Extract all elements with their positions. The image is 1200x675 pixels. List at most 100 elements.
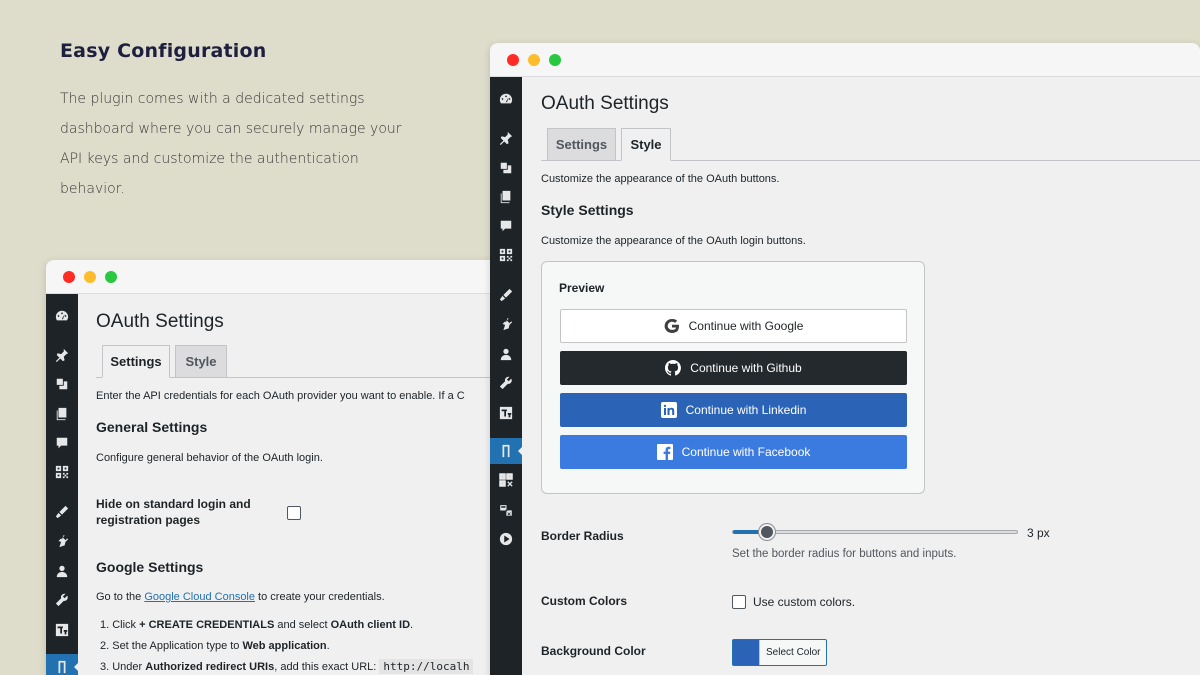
border-radius-slider-thumb[interactable] bbox=[759, 524, 776, 540]
style-settings-desc: Customize the appearance of the OAuth lo… bbox=[541, 235, 806, 247]
comments-icon[interactable] bbox=[490, 213, 522, 239]
preview-panel: Preview Continue with Google Continue wi… bbox=[541, 261, 925, 494]
facebook-login-button[interactable]: Continue with Facebook bbox=[560, 435, 907, 469]
plugins-icon[interactable] bbox=[46, 528, 78, 554]
pin-icon[interactable] bbox=[490, 125, 522, 151]
step-text: and select bbox=[274, 619, 331, 631]
users-icon[interactable] bbox=[46, 558, 78, 584]
border-radius-label: Border Radius bbox=[541, 529, 624, 543]
general-settings-heading: General Settings bbox=[96, 419, 208, 435]
custom-colors-checkbox-label[interactable]: Use custom colors. bbox=[753, 595, 855, 609]
border-radius-slider[interactable] bbox=[732, 524, 1018, 540]
github-login-button[interactable]: Continue with Github bbox=[560, 351, 907, 385]
custom-colors-label: Custom Colors bbox=[541, 594, 628, 608]
dashboard-icon[interactable] bbox=[490, 86, 522, 112]
appearance-icon[interactable] bbox=[46, 499, 78, 525]
pin-icon[interactable] bbox=[46, 342, 78, 368]
step-text: 1. Click bbox=[100, 619, 140, 631]
comments-icon[interactable] bbox=[46, 430, 78, 456]
tools-icon[interactable] bbox=[490, 370, 522, 396]
promo-section: Easy Configuration The plugin comes with… bbox=[60, 40, 440, 204]
minimize-window-button[interactable] bbox=[84, 271, 96, 283]
front-window: OAuth Settings Settings Style Customize … bbox=[490, 43, 1200, 675]
oauth-plugin-icon[interactable] bbox=[46, 654, 79, 675]
step-strong: Authorized redirect URIs bbox=[145, 661, 275, 673]
plugins-icon[interactable] bbox=[490, 311, 522, 337]
hide-login-label: Hide on standard login and registration … bbox=[96, 496, 251, 528]
redirect-url-code[interactable]: http://localh bbox=[379, 659, 474, 674]
oauth-plugin-icon[interactable] bbox=[490, 438, 523, 464]
close-window-button[interactable] bbox=[507, 54, 519, 66]
facebook-icon bbox=[656, 444, 673, 460]
promo-body: The plugin comes with a dedicated settin… bbox=[60, 91, 402, 197]
general-settings-desc: Configure general behavior of the OAuth … bbox=[96, 452, 323, 464]
window-titlebar bbox=[46, 260, 506, 294]
google-step-3: 3. Under Authorized redirect URIs, add t… bbox=[100, 659, 474, 674]
translate-icon[interactable] bbox=[490, 497, 522, 523]
select-color-button[interactable]: Select Color bbox=[759, 640, 826, 665]
admin-sidebar bbox=[46, 294, 79, 675]
background-color-label: Background Color bbox=[541, 644, 646, 658]
background-color-swatch bbox=[733, 640, 759, 665]
close-window-button[interactable] bbox=[63, 271, 75, 283]
step-text: 2. Set the Application type to bbox=[100, 640, 243, 652]
minimize-window-button[interactable] bbox=[528, 54, 540, 66]
users-icon[interactable] bbox=[490, 341, 522, 367]
qr-code-icon[interactable] bbox=[46, 459, 78, 485]
tab-style[interactable]: Style bbox=[175, 345, 227, 378]
github-button-label: Continue with Github bbox=[690, 361, 802, 375]
border-radius-help: Set the border radius for buttons and in… bbox=[732, 548, 957, 560]
intro-text: Customize the appearance of the OAuth bu… bbox=[541, 173, 780, 185]
front-content: OAuth Settings Settings Style Customize … bbox=[522, 77, 1200, 675]
google-desc-text: Go to the bbox=[96, 591, 145, 603]
qr-scan-icon[interactable] bbox=[490, 467, 522, 493]
step-text: . bbox=[410, 619, 414, 631]
back-content: OAuth Settings Settings Style Enter the … bbox=[78, 294, 506, 675]
github-icon bbox=[665, 360, 682, 376]
tab-settings[interactable]: Settings bbox=[547, 128, 616, 161]
linkedin-login-button[interactable]: Continue with Linkedin bbox=[560, 393, 907, 427]
step-strong: Web application bbox=[242, 640, 327, 652]
hide-login-label-line1: Hide on standard login and bbox=[96, 497, 251, 511]
tab-style[interactable]: Style bbox=[621, 128, 671, 161]
maximize-window-button[interactable] bbox=[549, 54, 561, 66]
hide-login-checkbox[interactable] bbox=[287, 506, 301, 520]
qr-code-icon[interactable] bbox=[490, 242, 522, 268]
google-icon bbox=[664, 318, 679, 333]
google-settings-desc: Go to the Google Cloud Console to create… bbox=[96, 591, 385, 603]
step-strong: OAuth client ID bbox=[330, 619, 411, 631]
dashboard-icon[interactable] bbox=[46, 303, 78, 329]
style-settings-heading: Style Settings bbox=[541, 202, 634, 218]
admin-sidebar bbox=[490, 77, 523, 675]
background-color-picker[interactable]: Select Color bbox=[732, 639, 828, 666]
google-login-button[interactable]: Continue with Google bbox=[560, 309, 907, 343]
step-text: , add this exact URL: bbox=[274, 661, 380, 673]
media-icon[interactable] bbox=[46, 371, 78, 397]
preview-label: Preview bbox=[559, 281, 605, 295]
step-text: . bbox=[326, 640, 330, 652]
google-settings-heading: Google Settings bbox=[96, 559, 204, 575]
linkedin-icon bbox=[660, 402, 677, 418]
media-icon[interactable] bbox=[490, 155, 522, 181]
linkedin-button-label: Continue with Linkedin bbox=[685, 403, 807, 417]
facebook-button-label: Continue with Facebook bbox=[681, 445, 811, 459]
promo-title: Easy Configuration bbox=[60, 40, 267, 62]
page-title: OAuth Settings bbox=[96, 311, 224, 332]
google-button-label: Continue with Google bbox=[688, 319, 804, 333]
maximize-window-button[interactable] bbox=[105, 271, 117, 283]
step-strong: + CREATE CREDENTIALS bbox=[139, 619, 275, 631]
google-cloud-console-link[interactable]: Google Cloud Console bbox=[144, 591, 255, 603]
step-text: 3. Under bbox=[100, 661, 146, 673]
settings-icon[interactable] bbox=[46, 617, 78, 643]
play-icon[interactable] bbox=[490, 526, 522, 552]
intro-text: Enter the API credentials for each OAuth… bbox=[96, 390, 465, 402]
pages-icon[interactable] bbox=[490, 184, 522, 210]
custom-colors-checkbox[interactable] bbox=[732, 595, 746, 609]
settings-icon[interactable] bbox=[490, 400, 522, 426]
back-window: OAuth Settings Settings Style Enter the … bbox=[46, 260, 506, 675]
tab-settings[interactable]: Settings bbox=[102, 345, 170, 378]
tools-icon[interactable] bbox=[46, 587, 78, 613]
pages-icon[interactable] bbox=[46, 401, 78, 427]
appearance-icon[interactable] bbox=[490, 282, 522, 308]
border-radius-value: 3 px bbox=[1027, 526, 1050, 540]
